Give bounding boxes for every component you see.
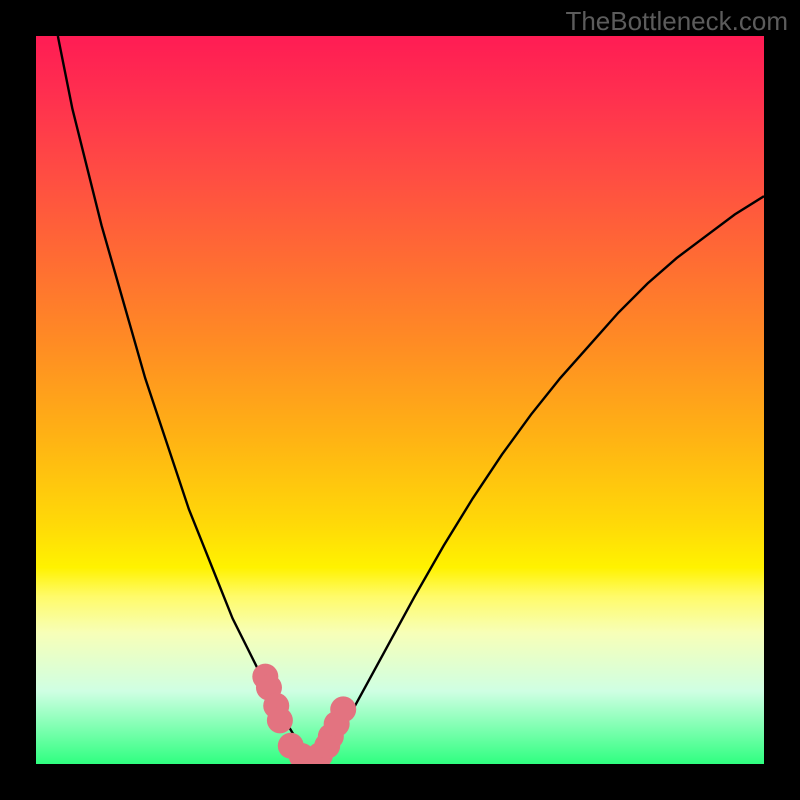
plot-area <box>36 36 764 764</box>
highlight-dot <box>330 696 356 722</box>
chart-frame: TheBottleneck.com <box>0 0 800 800</box>
highlight-dot <box>267 707 293 733</box>
watermark-text: TheBottleneck.com <box>565 6 788 37</box>
dots-layer <box>36 36 764 764</box>
highlight-dots <box>252 664 356 764</box>
